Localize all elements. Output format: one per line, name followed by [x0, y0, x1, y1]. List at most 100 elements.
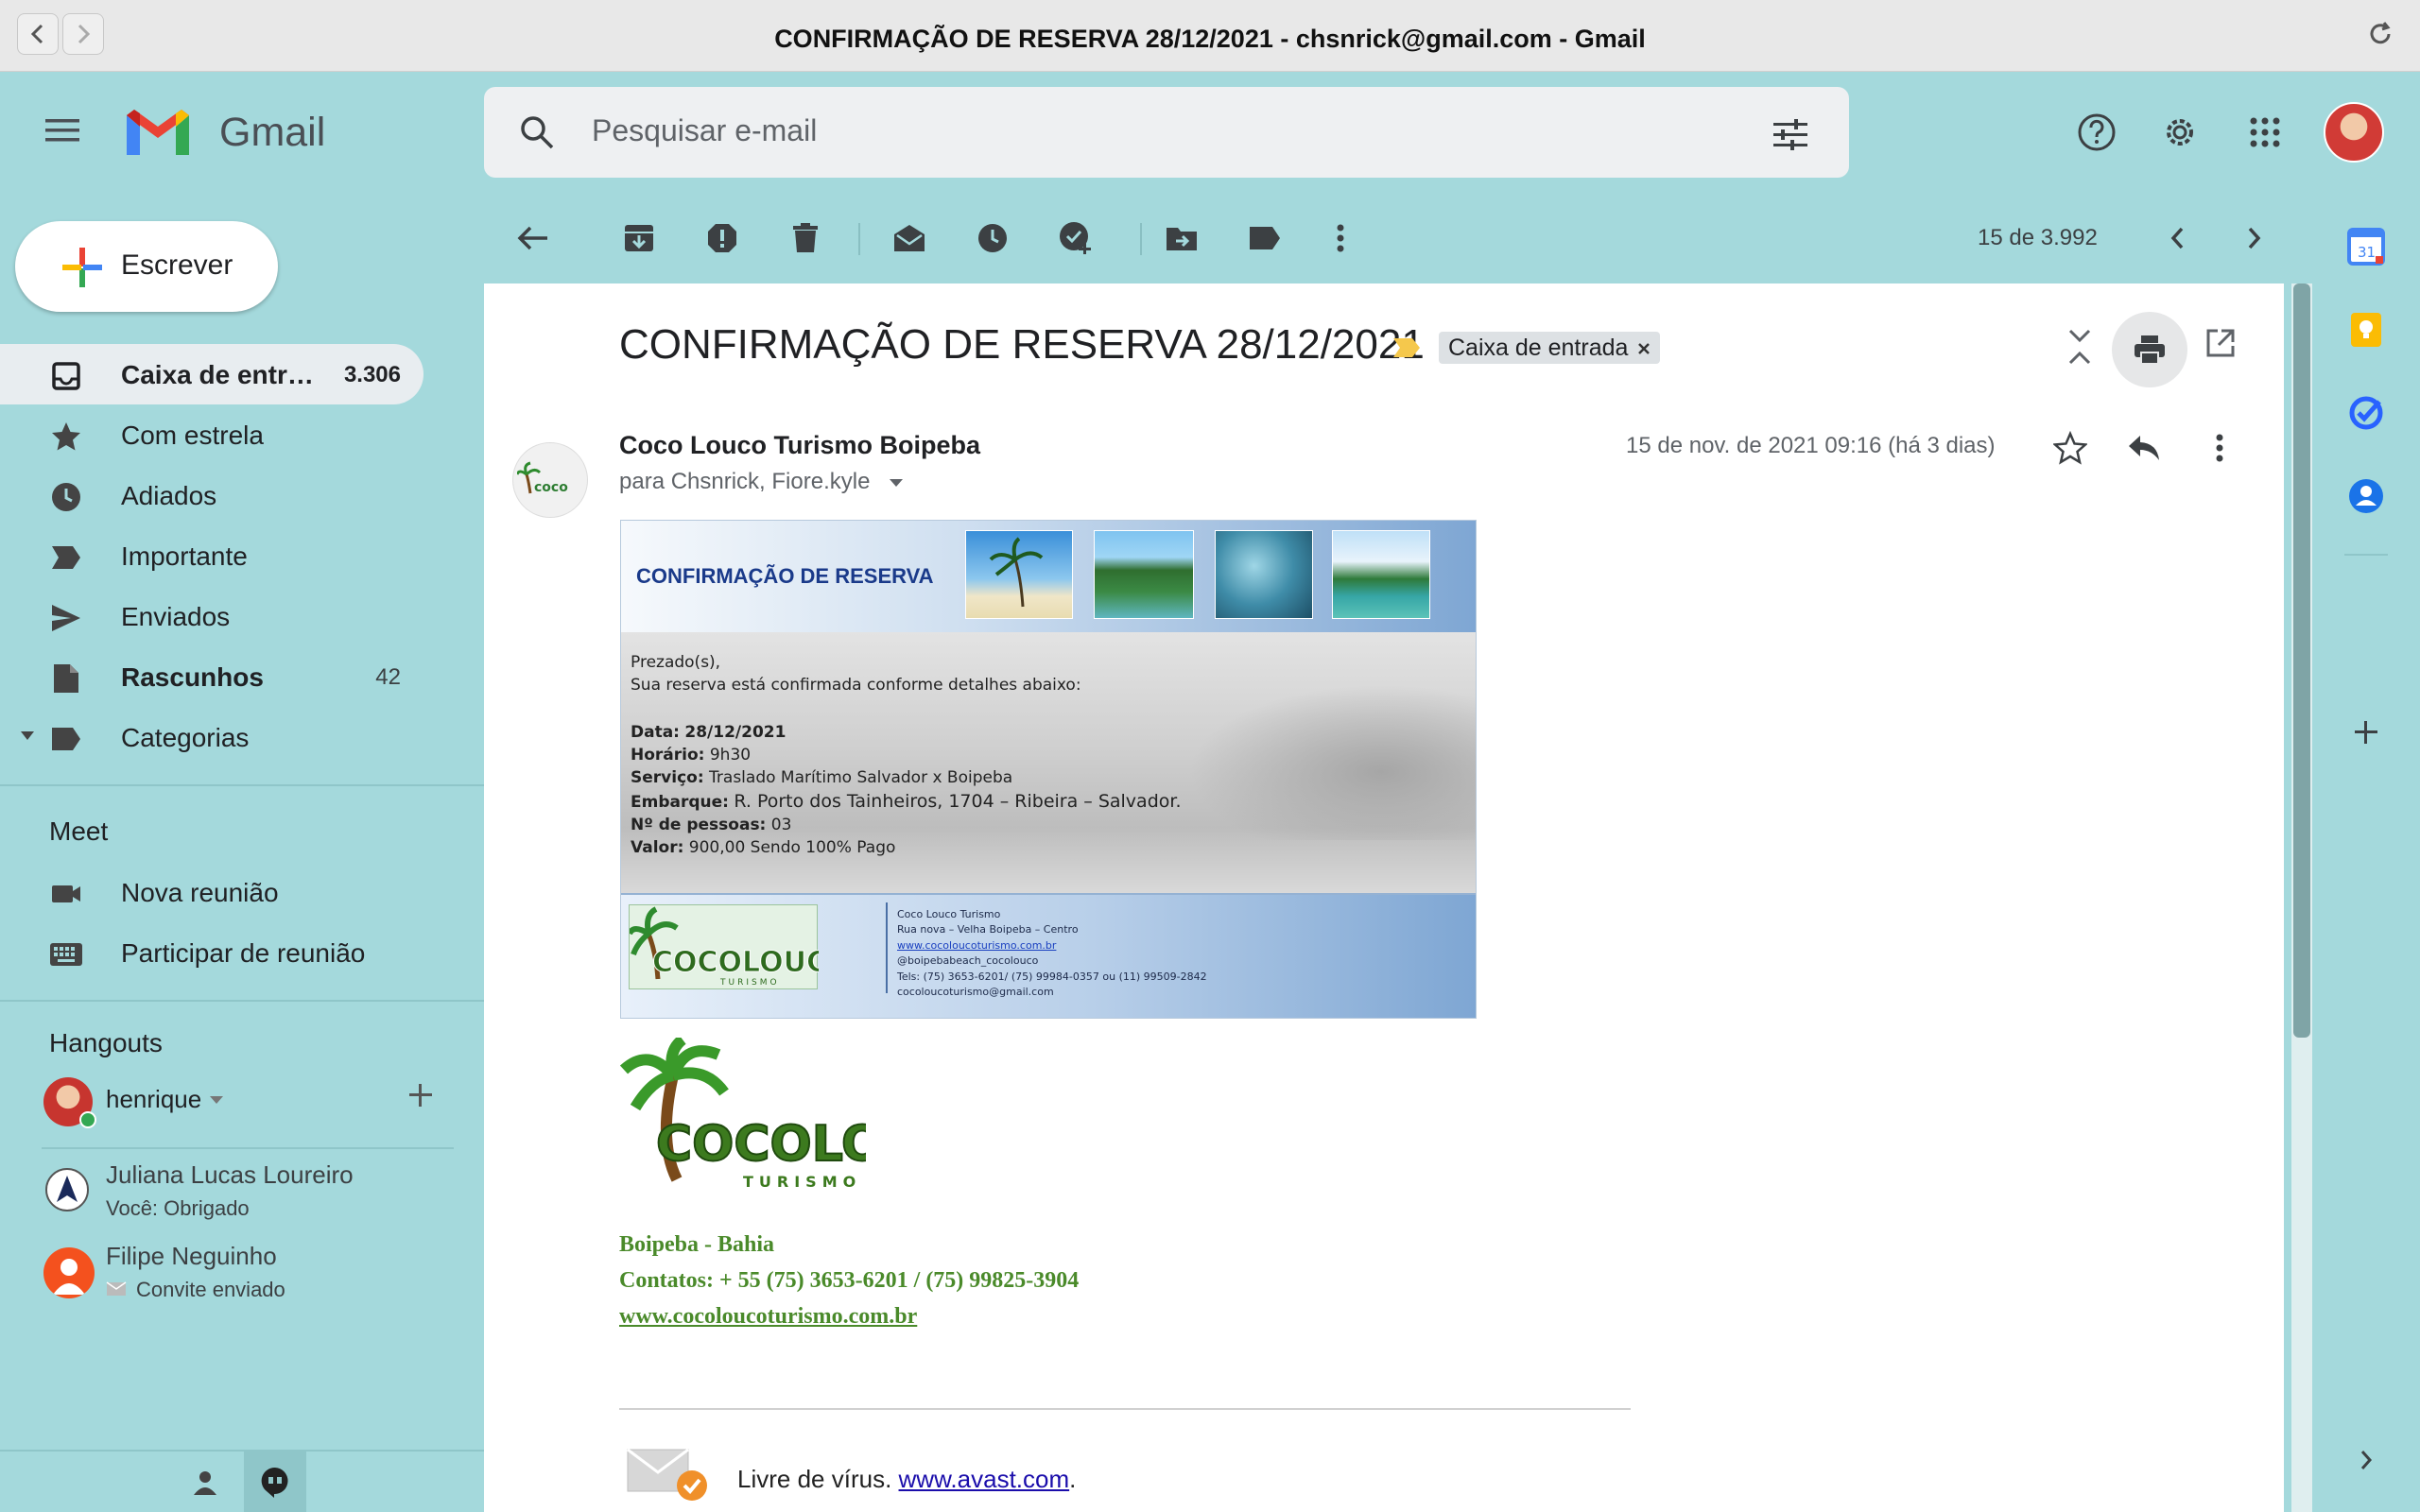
- collapse-all-icon[interactable]: [2066, 327, 2093, 371]
- hangouts-contact[interactable]: Filipe Neguinho Convite enviado: [38, 1240, 473, 1310]
- hangouts-contact[interactable]: Juliana Lucas Loureiro Você: Obrigado: [38, 1159, 473, 1228]
- hangouts-chat-icon[interactable]: [244, 1452, 306, 1512]
- caret-down-icon[interactable]: [21, 731, 34, 740]
- sidebar-item-snoozed[interactable]: Adiados: [0, 465, 424, 525]
- card-info-instagram: @boipebabeach_cocolouco: [897, 954, 1039, 967]
- sidebar: Escrever Caixa de entr… 3.306 Com estrel…: [0, 191, 484, 1512]
- calendar-icon[interactable]: 31: [2344, 225, 2388, 268]
- more-options-icon[interactable]: [1320, 217, 1361, 259]
- search-input[interactable]: Pesquisar e-mail: [592, 113, 817, 148]
- beach-photo-1: [965, 530, 1073, 619]
- open-in-new-window-icon[interactable]: [2204, 327, 2237, 364]
- contacts-icon[interactable]: [2344, 474, 2388, 518]
- search-icon[interactable]: [518, 113, 556, 156]
- add-contact-icon[interactable]: [406, 1081, 435, 1114]
- card-service-label: Serviço:: [631, 768, 704, 787]
- meet-join-meeting[interactable]: Participar de reunião: [0, 922, 424, 983]
- sidebar-item-inbox[interactable]: Caixa de entr… 3.306: [0, 344, 424, 404]
- help-icon[interactable]: [2072, 108, 2121, 157]
- back-to-inbox-icon[interactable]: [512, 217, 554, 259]
- snooze-clock-icon[interactable]: [972, 217, 1013, 259]
- email-date: 15 de nov. de 2021 09:16 (há 3 dias): [1626, 433, 1996, 458]
- card-service-line: Serviço: Traslado Marítimo Salvador x Bo…: [631, 768, 1012, 787]
- card-value-label: Valor:: [631, 838, 684, 857]
- sidebar-item-categories[interactable]: Categorias: [0, 707, 424, 767]
- newer-message-icon[interactable]: [2157, 217, 2199, 259]
- keyboard-icon: [49, 937, 83, 971]
- tasks-icon[interactable]: [2344, 391, 2388, 435]
- sender-avatar[interactable]: coco: [512, 442, 588, 518]
- gmail-logo-icon[interactable]: [123, 106, 193, 163]
- sender-name[interactable]: Coco Louco Turismo Boipeba: [619, 431, 980, 460]
- hangouts-user[interactable]: henrique: [38, 1072, 473, 1132]
- reply-icon[interactable]: [2123, 427, 2165, 469]
- video-camera-icon: [49, 877, 83, 911]
- card-boarding-label: Embarque:: [631, 793, 729, 812]
- sidebar-item-label: Caixa de entr…: [121, 360, 314, 389]
- label-as-icon[interactable]: [1244, 217, 1286, 259]
- reload-button[interactable]: [2365, 19, 2395, 54]
- search-bar[interactable]: Pesquisar e-mail: [484, 87, 1849, 178]
- scrollbar-thumb[interactable]: [2293, 284, 2310, 1038]
- signature-logo-wordmark: COCOLOUCO: [656, 1116, 866, 1173]
- sidebar-item-drafts[interactable]: Rascunhos 42: [0, 646, 424, 707]
- signature-contacts: Contatos: + 55 (75) 3653-6201 / (75) 998…: [619, 1268, 1080, 1293]
- get-addons-icon[interactable]: [2344, 711, 2388, 754]
- avast-footer: Livre de vírus. www.avast.com.: [737, 1465, 1076, 1494]
- window-title: CONFIRMAÇÃO DE RESERVA 28/12/2021 - chsn…: [774, 25, 1646, 53]
- archive-icon[interactable]: [618, 217, 660, 259]
- remove-label-icon[interactable]: [1637, 335, 1651, 362]
- recipients-line[interactable]: para Chsnrick, Fiore.kyle: [619, 469, 904, 495]
- keep-notes-icon[interactable]: [2344, 308, 2388, 352]
- contact-status: Você: Obrigado: [106, 1196, 250, 1220]
- card-header: CONFIRMAÇÃO DE RESERVA: [621, 521, 1476, 632]
- apps-grid-icon[interactable]: [2240, 108, 2290, 157]
- person-icon[interactable]: [191, 1469, 219, 1502]
- card-greeting: Prezado(s),: [631, 653, 721, 672]
- card-info-phones: Tels: (75) 3653-6201/ (75) 99984-0357 ou…: [897, 971, 1207, 983]
- message-toolbar: 15 de 3.992: [484, 191, 2284, 284]
- sidebar-item-important[interactable]: Importante: [0, 525, 424, 586]
- sidebar-item-sent[interactable]: Enviados: [0, 586, 424, 646]
- contact-avatar: [45, 1168, 89, 1211]
- gmail-header: Gmail Pesquisar e-mail: [0, 72, 2420, 191]
- settings-gear-icon[interactable]: [2155, 108, 2204, 157]
- avast-link[interactable]: www.avast.com: [899, 1465, 1070, 1493]
- email-scrollbar[interactable]: [2291, 284, 2312, 1512]
- search-options-icon[interactable]: [1772, 115, 1809, 158]
- card-logo-image: COCOLOUCO TURISMO: [627, 904, 852, 989]
- older-message-icon[interactable]: [2233, 217, 2274, 259]
- toolbar-separator: [1140, 223, 1142, 255]
- email-subject: CONFIRMAÇÃO DE RESERVA 28/12/2021: [619, 321, 1425, 368]
- card-logo-wordmark: COCOLOUCO: [652, 946, 819, 979]
- avast-period: .: [1069, 1465, 1077, 1493]
- delete-trash-icon[interactable]: [785, 217, 826, 259]
- add-to-tasks-icon[interactable]: [1055, 217, 1097, 259]
- meet-new-meeting[interactable]: Nova reunião: [0, 862, 424, 922]
- important-marker-icon[interactable]: [1392, 336, 1422, 364]
- sidebar-item-label: Adiados: [121, 481, 217, 510]
- print-all-button[interactable]: [2112, 312, 2187, 387]
- label-chip-inbox[interactable]: Caixa de entrada: [1439, 332, 1661, 364]
- beach-photo-3: [1332, 530, 1430, 619]
- account-avatar[interactable]: [2324, 102, 2384, 163]
- expand-side-panel-icon[interactable]: [2344, 1438, 2388, 1482]
- calendar-day-number: 31: [2358, 244, 2376, 261]
- signature-website-link[interactable]: www.cocoloucoturismo.com.br: [619, 1304, 917, 1330]
- recipients-text: para Chsnrick, Fiore.kyle: [619, 469, 871, 494]
- move-to-folder-icon[interactable]: [1161, 217, 1202, 259]
- compose-button[interactable]: Escrever: [15, 221, 278, 312]
- caret-down-icon[interactable]: [210, 1096, 223, 1104]
- label-icon: [49, 722, 83, 756]
- star-message-icon[interactable]: [2049, 427, 2091, 469]
- hangouts-section-title: Hangouts: [49, 1028, 163, 1057]
- card-footer-divider: [886, 902, 888, 993]
- show-details-caret-icon[interactable]: [890, 478, 904, 487]
- report-spam-icon[interactable]: [701, 217, 743, 259]
- message-more-options-icon[interactable]: [2199, 427, 2240, 469]
- mark-unread-icon[interactable]: [889, 217, 930, 259]
- card-value-line: Valor: 900,00 Sendo 100% Pago: [631, 838, 895, 857]
- sidebar-item-starred[interactable]: Com estrela: [0, 404, 424, 465]
- side-panel: 31: [2312, 191, 2420, 1512]
- main-menu-button[interactable]: [43, 112, 91, 159]
